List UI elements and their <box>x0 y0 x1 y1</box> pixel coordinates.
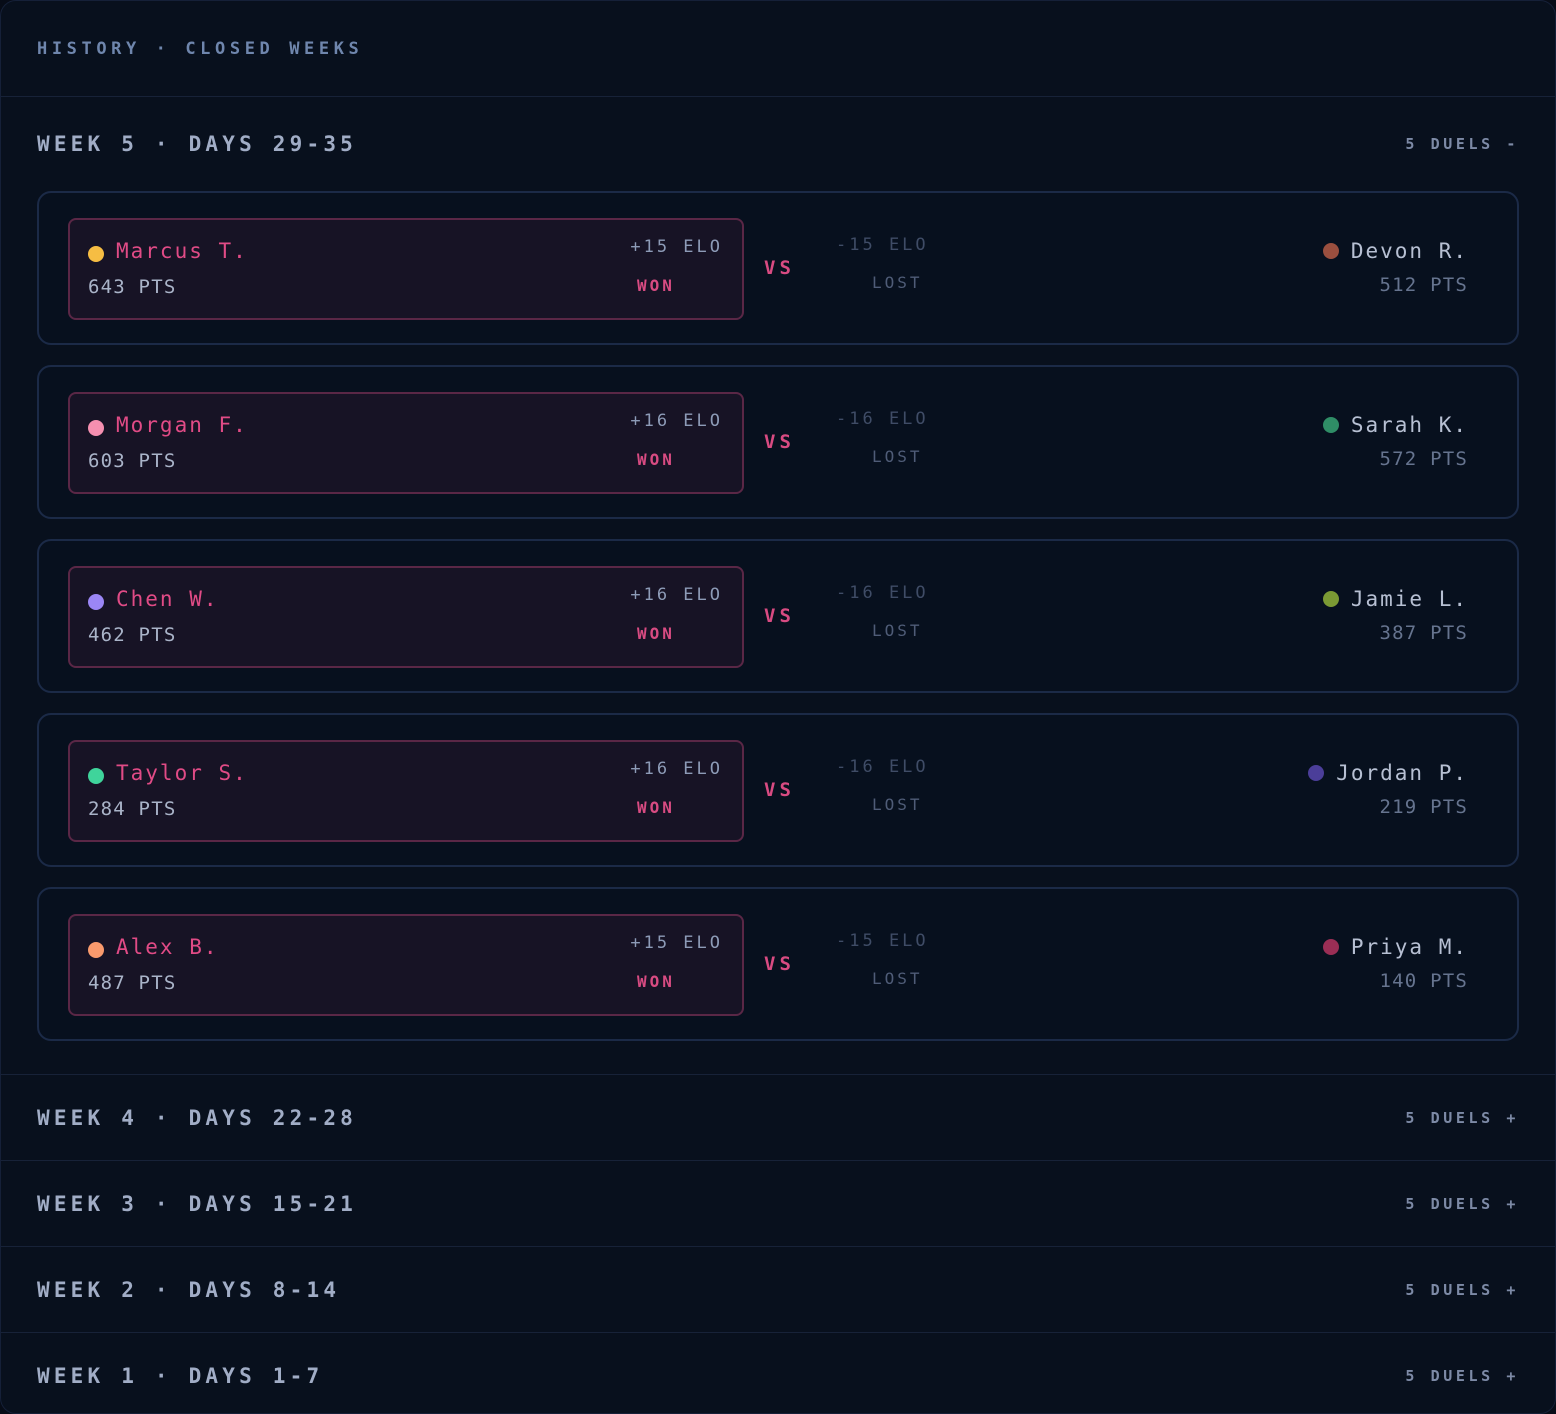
vs-label: VS <box>764 779 795 801</box>
loser-elo-change: -15 ELO <box>836 235 929 255</box>
vs-label: VS <box>764 431 795 453</box>
loser-name: Sarah K. <box>1350 413 1468 437</box>
vs-label: VS <box>764 953 795 975</box>
week-3-toggle[interactable]: WEEK 3 · DAYS 15-21 5 DUELS + <box>1 1161 1555 1247</box>
loser-points: 140 PTS <box>1379 970 1468 992</box>
week-label: WEEK 4 · DAYS 22-28 <box>37 1106 358 1130</box>
winner-name: Alex B. <box>116 935 219 959</box>
winner-elo-change: +16 ELO <box>630 585 723 605</box>
winner-result: WON <box>637 972 675 991</box>
week-section-5: WEEK 5 · DAYS 29-35 5 DUELS - Marcus T. … <box>1 97 1555 1074</box>
duel-list: Marcus T. 643 PTS +15 ELO WON VS -15 ELO… <box>1 191 1555 1074</box>
duel-card[interactable]: Marcus T. 643 PTS +15 ELO WON VS -15 ELO… <box>37 191 1519 345</box>
winner-points: 603 PTS <box>88 450 177 472</box>
loser-info: Jordan P. <box>1308 761 1468 785</box>
loser-points: 387 PTS <box>1379 622 1468 644</box>
loser-result: LOST <box>872 447 923 466</box>
loser-info: Sarah K. <box>1322 413 1468 437</box>
winner-card: Alex B. 487 PTS +15 ELO WON <box>68 914 744 1016</box>
winner-result: WON <box>637 798 675 817</box>
week-2-toggle[interactable]: WEEK 2 · DAYS 8-14 5 DUELS + <box>1 1247 1555 1333</box>
winner-card: Morgan F. 603 PTS +16 ELO WON <box>68 392 744 494</box>
loser-name: Jordan P. <box>1336 761 1468 785</box>
week-5-toggle[interactable]: WEEK 5 · DAYS 29-35 5 DUELS - <box>1 97 1555 191</box>
winner-elo-change: +15 ELO <box>630 933 723 953</box>
loser-name: Jamie L. <box>1350 587 1468 611</box>
loser-info: Jamie L. <box>1322 587 1468 611</box>
week-label: WEEK 5 · DAYS 29-35 <box>37 132 358 156</box>
week-duel-count: 5 DUELS - <box>1405 135 1519 153</box>
winner-result: WON <box>637 624 675 643</box>
winner-result: WON <box>637 276 675 295</box>
winner-points: 643 PTS <box>88 276 177 298</box>
loser-points: 219 PTS <box>1379 796 1468 818</box>
week-section-4: WEEK 4 · DAYS 22-28 5 DUELS + <box>1 1074 1555 1160</box>
duel-card[interactable]: Alex B. 487 PTS +15 ELO WON VS -15 ELO L… <box>37 887 1519 1041</box>
week-section-2: WEEK 2 · DAYS 8-14 5 DUELS + <box>1 1246 1555 1332</box>
week-1-toggle[interactable]: WEEK 1 · DAYS 1-7 5 DUELS + <box>1 1333 1555 1413</box>
loser-result: LOST <box>872 273 923 292</box>
vs-label: VS <box>764 257 795 279</box>
loser-info: Devon R. <box>1322 239 1468 263</box>
winner-result: WON <box>637 450 675 469</box>
loser-color-dot-icon <box>1322 939 1339 955</box>
loser-points: 572 PTS <box>1379 448 1468 470</box>
duel-card[interactable]: Morgan F. 603 PTS +16 ELO WON VS -16 ELO… <box>37 365 1519 519</box>
loser-result: LOST <box>872 621 923 640</box>
winner-card: Marcus T. 643 PTS +15 ELO WON <box>68 218 744 320</box>
loser-elo-change: -15 ELO <box>836 931 929 951</box>
duel-card[interactable]: Taylor S. 284 PTS +16 ELO WON VS -16 ELO… <box>37 713 1519 867</box>
loser-color-dot-icon <box>1322 417 1339 433</box>
winner-elo-change: +15 ELO <box>630 237 723 257</box>
panel-title: HISTORY · CLOSED WEEKS <box>37 38 364 59</box>
week-duel-count: 5 DUELS + <box>1405 1367 1519 1385</box>
week-label: WEEK 1 · DAYS 1-7 <box>37 1364 324 1388</box>
loser-color-dot-icon <box>1322 591 1339 607</box>
history-panel: HISTORY · CLOSED WEEKS WEEK 5 · DAYS 29-… <box>0 0 1556 1414</box>
panel-header: HISTORY · CLOSED WEEKS <box>1 1 1555 97</box>
winner-color-dot-icon <box>88 420 104 436</box>
winner-name: Taylor S. <box>116 761 248 785</box>
duel-card[interactable]: Chen W. 462 PTS +16 ELO WON VS -16 ELO L… <box>37 539 1519 693</box>
winner-points: 284 PTS <box>88 798 177 820</box>
winner-elo-change: +16 ELO <box>630 759 723 779</box>
week-duel-count: 5 DUELS + <box>1405 1109 1519 1127</box>
loser-points: 512 PTS <box>1379 274 1468 296</box>
loser-color-dot-icon <box>1322 243 1339 259</box>
winner-card: Taylor S. 284 PTS +16 ELO WON <box>68 740 744 842</box>
winner-card: Chen W. 462 PTS +16 ELO WON <box>68 566 744 668</box>
winner-points: 487 PTS <box>88 972 177 994</box>
week-4-toggle[interactable]: WEEK 4 · DAYS 22-28 5 DUELS + <box>1 1075 1555 1161</box>
loser-result: LOST <box>872 795 923 814</box>
winner-color-dot-icon <box>88 246 104 262</box>
loser-elo-change: -16 ELO <box>836 409 929 429</box>
loser-result: LOST <box>872 969 923 988</box>
week-duel-count: 5 DUELS + <box>1405 1195 1519 1213</box>
loser-elo-change: -16 ELO <box>836 757 929 777</box>
week-label: WEEK 3 · DAYS 15-21 <box>37 1192 358 1216</box>
week-duel-count: 5 DUELS + <box>1405 1281 1519 1299</box>
loser-elo-change: -16 ELO <box>836 583 929 603</box>
vs-label: VS <box>764 605 795 627</box>
winner-elo-change: +16 ELO <box>630 411 723 431</box>
week-section-3: WEEK 3 · DAYS 15-21 5 DUELS + <box>1 1160 1555 1246</box>
week-section-1: WEEK 1 · DAYS 1-7 5 DUELS + <box>1 1332 1555 1413</box>
loser-color-dot-icon <box>1308 765 1325 781</box>
week-label: WEEK 2 · DAYS 8-14 <box>37 1278 341 1302</box>
winner-points: 462 PTS <box>88 624 177 646</box>
winner-color-dot-icon <box>88 594 104 610</box>
winner-name: Marcus T. <box>116 239 248 263</box>
winner-name: Morgan F. <box>116 413 248 437</box>
winner-color-dot-icon <box>88 942 104 958</box>
winner-name: Chen W. <box>116 587 219 611</box>
loser-name: Devon R. <box>1350 239 1468 263</box>
loser-name: Priya M. <box>1350 935 1468 959</box>
loser-info: Priya M. <box>1322 935 1468 959</box>
winner-color-dot-icon <box>88 768 104 784</box>
